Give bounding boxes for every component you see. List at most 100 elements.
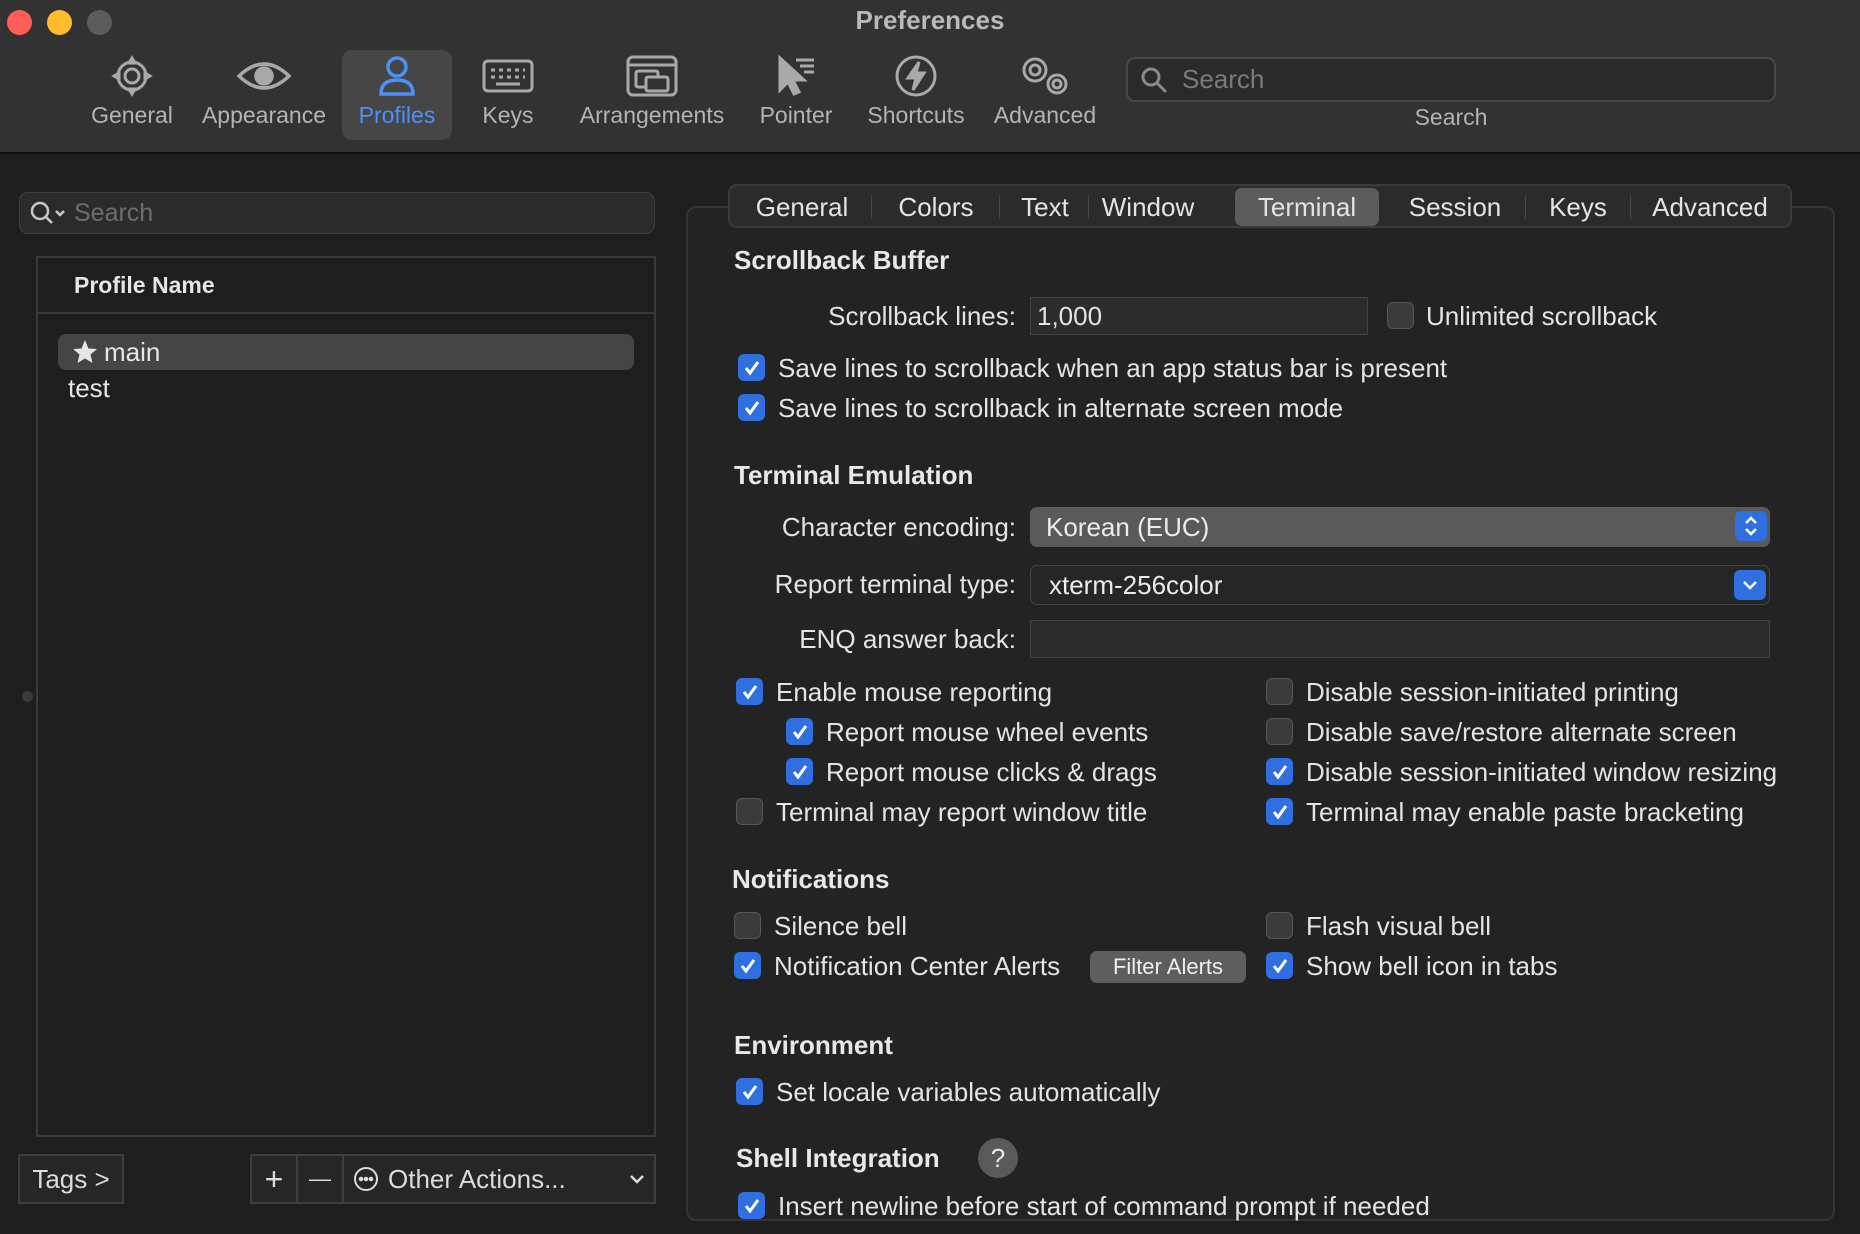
tab-terminal[interactable]: Terminal — [1235, 188, 1379, 226]
toolbar-shortcuts[interactable]: Shortcuts — [862, 50, 970, 140]
checkmark-icon — [792, 764, 807, 779]
paste-bracketing-checkbox[interactable] — [1266, 798, 1293, 825]
remove-profile-button[interactable]: — — [296, 1154, 344, 1204]
report-window-title-checkbox[interactable] — [736, 798, 763, 825]
save-alternate-screen-label: Save lines to scrollback in alternate sc… — [778, 393, 1344, 423]
checkmark-icon — [1272, 958, 1287, 973]
ellipsis-circle-icon — [352, 1165, 380, 1193]
profile-list: Profile Name main test — [36, 256, 656, 1137]
disable-printing-label: Disable session-initiated printing — [1306, 677, 1679, 707]
set-locale-label: Set locale variables automatically — [776, 1077, 1161, 1107]
other-actions-label: Other Actions... — [388, 1163, 566, 1194]
gears-icon — [1017, 50, 1073, 102]
gear-icon — [110, 50, 154, 102]
profile-row-main[interactable]: main — [58, 334, 634, 370]
windows-icon — [626, 50, 678, 102]
checkmark-icon — [744, 1198, 759, 1213]
add-profile-button[interactable]: + — [250, 1154, 298, 1204]
character-encoding-value: Korean (EUC) — [1046, 511, 1210, 542]
toolbar: Preferences General Appearance Profiles … — [0, 0, 1860, 154]
report-window-title-label: Terminal may report window title — [776, 797, 1148, 827]
enq-answer-back-input[interactable] — [1030, 620, 1770, 658]
insert-newline-checkbox[interactable] — [738, 1192, 765, 1219]
help-button[interactable]: ? — [978, 1138, 1018, 1178]
tab-keys[interactable]: Keys — [1530, 188, 1626, 226]
chevron-down-icon[interactable] — [1734, 570, 1766, 600]
disable-printing-checkbox[interactable] — [1266, 678, 1293, 705]
split-view-handle[interactable] — [22, 691, 33, 702]
silence-bell-checkbox[interactable] — [734, 912, 761, 939]
filter-alerts-button[interactable]: Filter Alerts — [1090, 951, 1246, 983]
profile-search-field[interactable]: Search — [19, 192, 655, 234]
profile-tabbar: General Colors Text Window Terminal Sess… — [728, 184, 1792, 228]
silence-bell-label: Silence bell — [774, 911, 907, 941]
column-header-profile-name[interactable]: Profile Name — [38, 258, 654, 314]
bell-icon-tabs-checkbox[interactable] — [1266, 952, 1293, 979]
flash-visual-bell-checkbox[interactable] — [1266, 912, 1293, 939]
checkmark-icon — [742, 684, 757, 699]
section-title-emulation: Terminal Emulation — [734, 460, 974, 490]
tab-colors[interactable]: Colors — [876, 188, 996, 226]
toolbar-appearance[interactable]: Appearance — [198, 50, 330, 140]
disable-alternate-screen-checkbox[interactable] — [1266, 718, 1293, 745]
profile-row-test[interactable]: test — [58, 370, 634, 406]
set-locale-checkbox[interactable] — [736, 1078, 763, 1105]
toolbar-pointer[interactable]: Pointer — [756, 50, 836, 140]
keyboard-icon — [482, 50, 534, 102]
search-placeholder: Search — [74, 198, 154, 227]
insert-newline-label: Insert newline before start of command p… — [778, 1191, 1430, 1221]
tab-advanced[interactable]: Advanced — [1636, 188, 1784, 226]
disable-window-resizing-checkbox[interactable] — [1266, 758, 1293, 785]
chevron-updown-icon — [1735, 511, 1767, 541]
toolbar-general[interactable]: General — [86, 50, 178, 140]
tab-session[interactable]: Session — [1390, 188, 1520, 226]
report-terminal-type-label: Report terminal type: — [774, 569, 1016, 599]
notification-center-checkbox[interactable] — [734, 952, 761, 979]
checkmark-icon — [1272, 764, 1287, 779]
section-title-notifications: Notifications — [732, 864, 890, 894]
save-alternate-screen-checkbox[interactable] — [738, 394, 765, 421]
search-caption: Search — [1414, 104, 1488, 130]
tab-window[interactable]: Window — [1092, 188, 1204, 226]
section-title-shell-integration: Shell Integration — [736, 1143, 940, 1173]
tab-general[interactable]: General — [738, 188, 866, 226]
report-mouse-clicks-checkbox[interactable] — [786, 758, 813, 785]
toolbar-label: Pointer — [759, 102, 833, 128]
tab-text[interactable]: Text — [1004, 188, 1086, 226]
unlimited-scrollback-label: Unlimited scrollback — [1426, 301, 1658, 331]
toolbar-label: Shortcuts — [867, 102, 965, 128]
toolbar-arrangements[interactable]: Arrangements — [576, 50, 728, 140]
checkmark-icon — [742, 1084, 757, 1099]
report-terminal-type-value: xterm-256color — [1049, 569, 1223, 600]
scrollback-lines-input[interactable]: 1,000 — [1030, 297, 1368, 335]
checkmark-icon — [740, 958, 755, 973]
toolbar-label: Keys — [482, 102, 534, 128]
toolbar-label: Advanced — [993, 102, 1097, 128]
toolbar-label: Profiles — [358, 102, 436, 128]
enq-answer-back-label: ENQ answer back: — [799, 624, 1016, 654]
save-status-bar-checkbox[interactable] — [738, 354, 765, 381]
toolbar-keys[interactable]: Keys — [476, 50, 540, 140]
search-placeholder: Search — [1182, 64, 1265, 94]
tags-button[interactable]: Tags > — [18, 1154, 124, 1204]
character-encoding-select[interactable]: Korean (EUC) — [1030, 507, 1770, 547]
toolbar-label: General — [91, 102, 173, 128]
section-title-environment: Environment — [734, 1030, 893, 1060]
toolbar-advanced[interactable]: Advanced — [990, 50, 1100, 140]
toolbar-profiles[interactable]: Profiles — [342, 50, 452, 140]
disable-alternate-screen-label: Disable save/restore alternate screen — [1306, 717, 1737, 747]
toolbar-search-field[interactable]: Search — [1126, 57, 1776, 102]
checkmark-icon — [792, 724, 807, 739]
other-actions-menu[interactable]: Other Actions... — [342, 1154, 656, 1204]
report-mouse-wheel-checkbox[interactable] — [786, 718, 813, 745]
chevron-down-icon — [628, 1170, 646, 1188]
enable-mouse-reporting-checkbox[interactable] — [736, 678, 763, 705]
checkmark-icon — [744, 360, 759, 375]
person-icon — [375, 50, 419, 102]
unlimited-scrollback-checkbox[interactable] — [1387, 302, 1414, 329]
report-terminal-type-combobox[interactable]: xterm-256color — [1030, 565, 1770, 605]
star-icon — [72, 339, 98, 365]
disable-window-resizing-label: Disable session-initiated window resizin… — [1306, 757, 1778, 787]
bell-icon-tabs-label: Show bell icon in tabs — [1306, 951, 1558, 981]
lightning-icon — [894, 50, 938, 102]
